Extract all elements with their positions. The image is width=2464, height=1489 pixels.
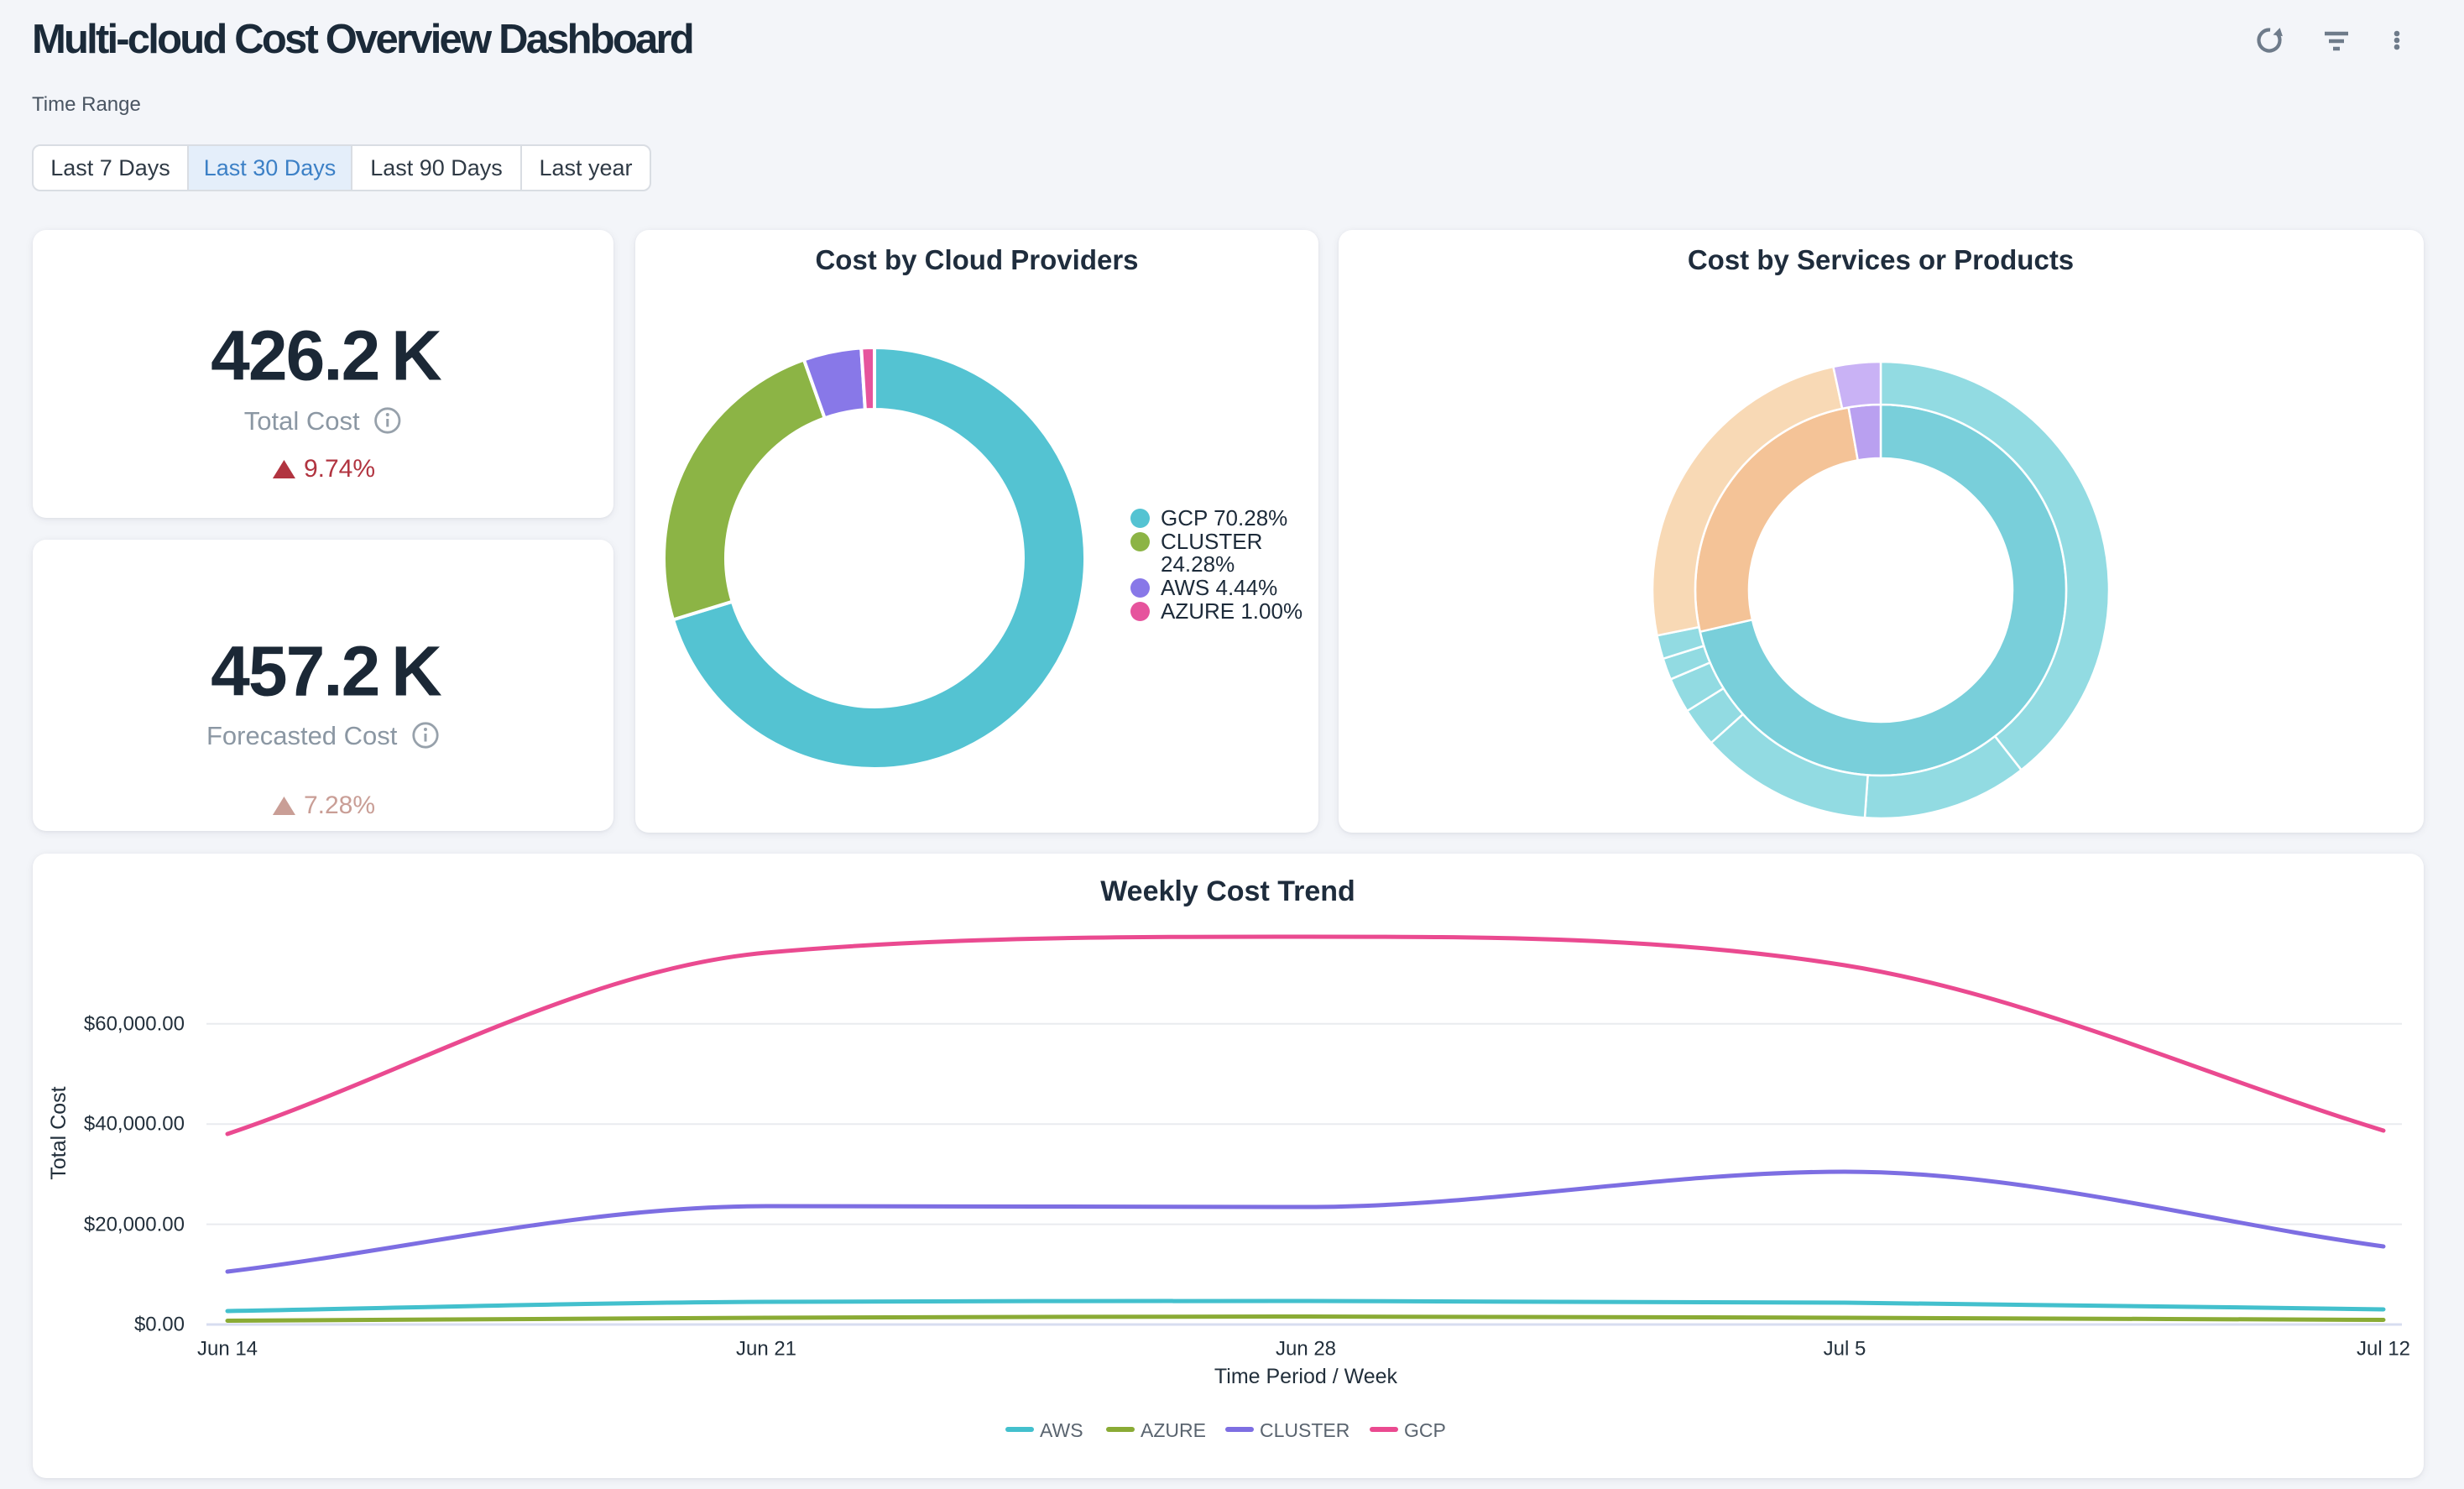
svg-text:Jun 14: Jun 14 bbox=[197, 1338, 258, 1361]
svg-text:Time Period / Week: Time Period / Week bbox=[1214, 1365, 1398, 1388]
svg-text:$60,000.00: $60,000.00 bbox=[84, 1013, 185, 1036]
svg-text:Jun 21: Jun 21 bbox=[736, 1338, 796, 1361]
svg-text:$0.00: $0.00 bbox=[134, 1314, 185, 1336]
svg-text:Total Cost: Total Cost bbox=[47, 1086, 70, 1179]
svg-text:CLUSTER: CLUSTER bbox=[1260, 1419, 1349, 1441]
svg-text:Jul 5: Jul 5 bbox=[1824, 1338, 1866, 1361]
svg-text:$20,000.00: $20,000.00 bbox=[84, 1214, 185, 1236]
svg-text:AWS: AWS bbox=[1040, 1419, 1083, 1441]
svg-text:Jul 12: Jul 12 bbox=[2357, 1338, 2410, 1361]
svg-text:$40,000.00: $40,000.00 bbox=[84, 1113, 185, 1136]
svg-text:Jun 28: Jun 28 bbox=[1276, 1338, 1336, 1361]
svg-text:AZURE: AZURE bbox=[1141, 1419, 1206, 1441]
svg-text:GCP: GCP bbox=[1404, 1419, 1446, 1441]
svg-text:Weekly Cost Trend: Weekly Cost Trend bbox=[1100, 875, 1355, 907]
